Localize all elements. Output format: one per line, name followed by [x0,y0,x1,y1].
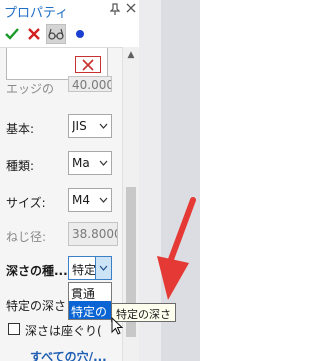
red-annotation-arrow-icon [157,197,196,300]
